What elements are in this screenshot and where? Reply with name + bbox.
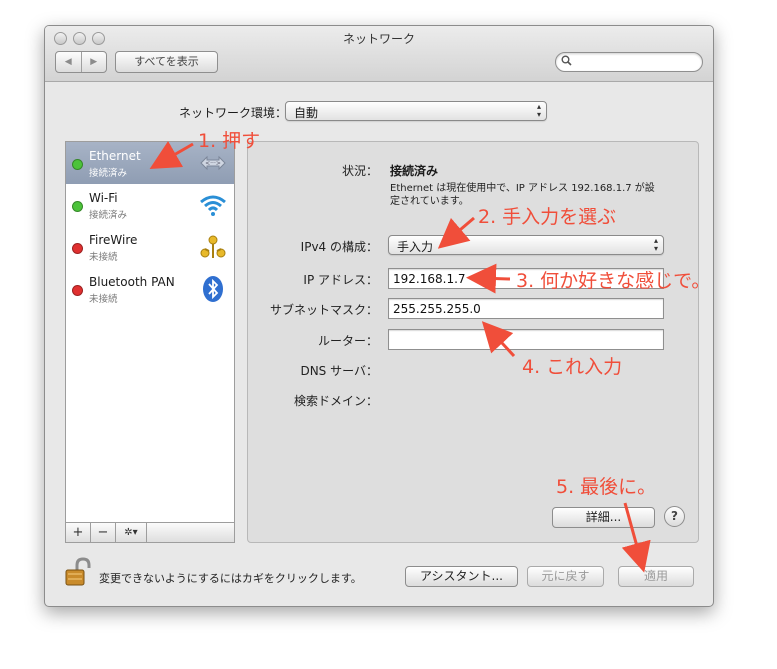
status-dot (72, 243, 83, 254)
annotation-step1: 1. 押す (198, 130, 261, 152)
revert-button[interactable]: 元に戻す (527, 566, 604, 587)
service-status: 接続済み (89, 210, 128, 221)
lock-message: 変更できないようにするにはカギをクリックします。 (99, 572, 362, 585)
back-button[interactable]: ◀ (56, 52, 82, 72)
status-value: 接続済み (390, 164, 439, 178)
location-value: 自動 (294, 106, 319, 120)
status-dot (72, 285, 83, 296)
forward-button[interactable]: ▶ (82, 52, 107, 72)
service-list-toolbar: + − ✲▾ (65, 522, 235, 543)
search-domain-label: 検索ドメイン： (293, 394, 378, 408)
service-name: FireWire (89, 233, 138, 247)
search-icon (561, 55, 572, 69)
gear-menu-button[interactable]: ✲▾ (116, 523, 147, 542)
popup-arrows-icon: ▴ ▾ (653, 236, 658, 253)
annotation-step4: 4. これ入力 (522, 356, 623, 378)
subnet-mask-input[interactable] (389, 299, 657, 318)
apply-button[interactable]: 適用 (618, 566, 694, 587)
router-field[interactable] (388, 329, 664, 350)
show-all-button[interactable]: すべてを表示 (115, 51, 218, 73)
firewire-icon (198, 232, 228, 262)
location-popup[interactable]: 自動 ▴ ▾ (285, 101, 547, 121)
service-name: Ethernet (89, 149, 141, 163)
back-forward-buttons: ◀ ▶ (55, 51, 107, 73)
window-title: ネットワーク (342, 32, 415, 46)
location-label: ネットワーク環境： (178, 106, 287, 120)
service-name: Bluetooth PAN (89, 275, 175, 289)
service-name: Wi-Fi (89, 191, 118, 205)
status-dot (72, 201, 83, 212)
bluetooth-icon (198, 274, 228, 304)
status-description-line1: Ethernet は現在使用中で、IP アドレス 192.168.1.7 が設 (390, 183, 655, 194)
wifi-icon (198, 190, 228, 220)
status-dot (72, 159, 83, 170)
annotation-step2: 2. 手入力を選ぶ (478, 206, 617, 228)
status-description-line2: 定されています。 (390, 196, 469, 207)
status-label: 状況： (341, 164, 378, 178)
network-preferences-window: ネットワーク ◀ ▶ すべてを表示 ネットワーク環境： 自動 ▴ ▾ Ethern… (44, 25, 714, 607)
dns-server-label: DNS サーバ： (300, 364, 378, 378)
lock-icon[interactable] (65, 557, 93, 587)
annotation-step3: 3. 何か好きな感じで。 (516, 270, 711, 292)
titlebar: ネットワーク ◀ ▶ すべてを表示 (45, 26, 713, 82)
ipv4-config-popup[interactable]: 手入力 ▴ ▾ (388, 235, 664, 255)
add-service-button[interactable]: + (66, 523, 91, 542)
service-status: 未接続 (89, 252, 118, 263)
service-item-wifi[interactable]: Wi-Fi 接続済み (66, 184, 234, 226)
subnet-mask-field[interactable] (388, 298, 664, 319)
search-field[interactable] (555, 52, 703, 72)
service-item-bluetooth-pan[interactable]: Bluetooth PAN 未接続 (66, 268, 234, 310)
assistant-button[interactable]: アシスタント... (405, 566, 518, 587)
ip-address-label: IP アドレス： (303, 273, 378, 287)
remove-service-button[interactable]: − (91, 523, 116, 542)
ipv4-config-value: 手入力 (397, 240, 434, 254)
service-status: 接続済み (89, 168, 128, 179)
annotation-step5: 5. 最後に。 (556, 476, 657, 498)
router-input[interactable] (389, 330, 657, 349)
advanced-button[interactable]: 詳細... (552, 507, 655, 528)
subnet-mask-label: サブネットマスク： (269, 303, 378, 317)
ipv4-config-label: IPv4 の構成： (300, 240, 378, 254)
service-status: 未接続 (89, 294, 118, 305)
router-label: ルーター： (317, 334, 378, 348)
service-item-firewire[interactable]: FireWire 未接続 (66, 226, 234, 268)
help-button[interactable]: ? (664, 506, 685, 527)
service-list: Ethernet 接続済み <···> Wi-Fi 接続済み FireWire … (65, 141, 235, 526)
svg-text:<···>: <···> (205, 160, 221, 167)
popup-arrows-icon: ▴ ▾ (536, 102, 541, 119)
